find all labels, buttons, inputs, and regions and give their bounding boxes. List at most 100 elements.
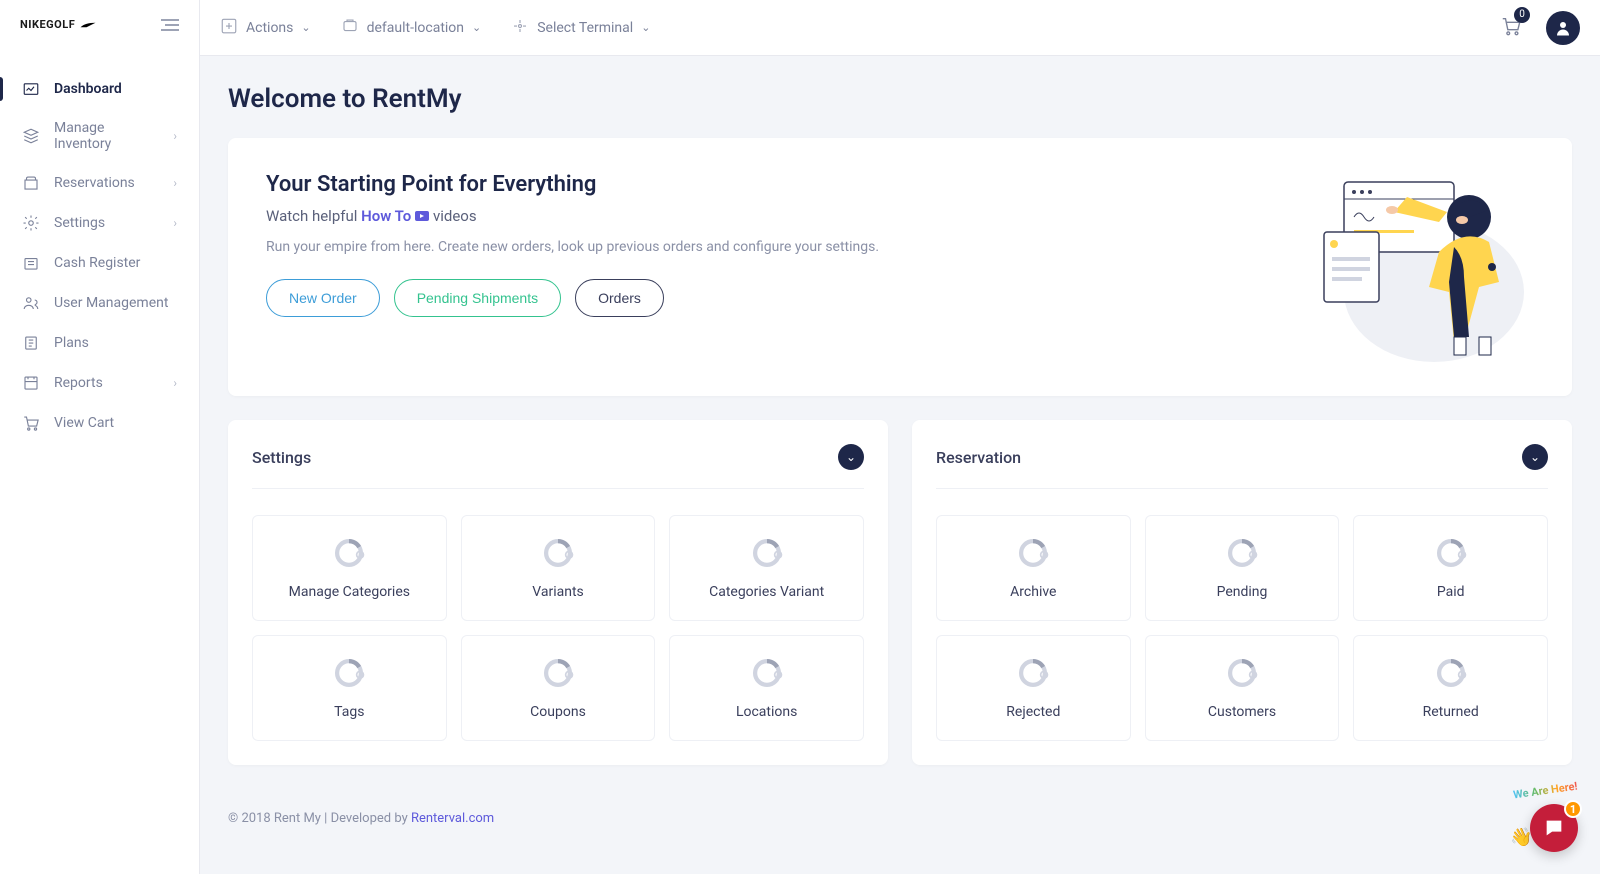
tile-returned[interactable]: Returned: [1353, 635, 1548, 741]
tile-archive[interactable]: Archive: [936, 515, 1131, 621]
pending-shipments-button[interactable]: Pending Shipments: [394, 279, 561, 317]
tile-variants[interactable]: Variants: [461, 515, 656, 621]
nav-label: Reservations: [54, 175, 135, 191]
donut-icon: [1225, 656, 1259, 690]
terminal-icon: [511, 17, 529, 39]
hero-subtitle: Watch helpful How To videos: [266, 207, 1214, 225]
donut-icon: [1434, 656, 1468, 690]
nav-label: Dashboard: [54, 81, 122, 97]
cart-button[interactable]: 0: [1500, 15, 1522, 41]
nav-label: Plans: [54, 335, 89, 351]
chevron-down-icon: ⌄: [301, 21, 310, 34]
tile-label: Paid: [1364, 584, 1537, 600]
nav-icon: [22, 414, 40, 432]
sidebar-toggle-icon[interactable]: [161, 19, 179, 31]
chat-button[interactable]: 1: [1530, 804, 1578, 852]
chevron-right-icon: ›: [173, 216, 177, 230]
hero-card: Your Starting Point for Everything Watch…: [228, 138, 1572, 396]
sidebar-item-dashboard[interactable]: Dashboard: [0, 69, 199, 109]
nav-label: Manage Inventory: [54, 120, 159, 152]
tile-customers[interactable]: Customers: [1145, 635, 1340, 741]
tile-label: Coupons: [472, 704, 645, 720]
donut-icon: [332, 536, 366, 570]
tile-tags[interactable]: Tags: [252, 635, 447, 741]
donut-icon: [541, 536, 575, 570]
donut-icon: [541, 656, 575, 690]
plus-box-icon: [220, 17, 238, 39]
howto-link[interactable]: How To: [361, 207, 429, 225]
sidebar-item-manage-inventory[interactable]: Manage Inventory ›: [0, 109, 199, 163]
donut-icon: [1016, 536, 1050, 570]
nav-label: User Management: [54, 295, 168, 311]
terminal-dropdown[interactable]: Select Terminal ⌄: [511, 17, 650, 39]
collapse-button[interactable]: ⌄: [838, 444, 864, 470]
sidebar-item-plans[interactable]: Plans: [0, 323, 199, 363]
tile-label: Tags: [263, 704, 436, 720]
tile-paid[interactable]: Paid: [1353, 515, 1548, 621]
tile-categories-variant[interactable]: Categories Variant: [669, 515, 864, 621]
sidebar-item-view-cart[interactable]: View Cart: [0, 403, 199, 443]
tile-label: Archive: [947, 584, 1120, 600]
user-icon: [1554, 19, 1572, 37]
hero-title: Your Starting Point for Everything: [266, 172, 1214, 197]
sidebar-item-settings[interactable]: Settings ›: [0, 203, 199, 243]
tile-locations[interactable]: Locations: [669, 635, 864, 741]
topbar: Actions ⌄ default-location ⌄ Select Term…: [200, 0, 1600, 56]
donut-icon: [332, 656, 366, 690]
sidebar-item-user-management[interactable]: User Management: [0, 283, 199, 323]
chevron-down-icon: ⌄: [846, 450, 856, 464]
chevron-right-icon: ›: [173, 176, 177, 190]
sidebar-item-cash-register[interactable]: Cash Register: [0, 243, 199, 283]
chevron-down-icon: ⌄: [472, 21, 481, 34]
tile-label: Categories Variant: [680, 584, 853, 600]
nav-icon: [22, 254, 40, 272]
nav-icon: [22, 334, 40, 352]
tile-label: Locations: [680, 704, 853, 720]
brand-logo[interactable]: NIKEGOLF: [20, 18, 97, 31]
tile-pending[interactable]: Pending: [1145, 515, 1340, 621]
tile-label: Manage Categories: [263, 584, 436, 600]
donut-icon: [1434, 536, 1468, 570]
tile-label: Customers: [1156, 704, 1329, 720]
donut-icon: [750, 656, 784, 690]
sidebar: NIKEGOLF DashboardManage Inventory›Reser…: [0, 0, 200, 874]
user-avatar[interactable]: [1546, 11, 1580, 45]
sidebar-item-reports[interactable]: Reports›: [0, 363, 199, 403]
cart-count-badge: 0: [1514, 7, 1530, 23]
orders-button[interactable]: Orders: [575, 279, 664, 317]
nav-icon: [22, 294, 40, 312]
chat-widget: We Are Here! 👋 1: [1530, 804, 1578, 852]
chevron-right-icon: ›: [173, 129, 177, 143]
collapse-button[interactable]: ⌄: [1522, 444, 1548, 470]
nav-label: Reports: [54, 375, 103, 391]
nav-label: Cash Register: [54, 255, 140, 271]
video-icon: [415, 211, 429, 221]
new-order-button[interactable]: New Order: [266, 279, 380, 317]
hero-description: Run your empire from here. Create new or…: [266, 239, 1214, 255]
nav-icon: [22, 80, 40, 98]
wave-icon: 👋: [1510, 827, 1532, 848]
location-dropdown[interactable]: default-location ⌄: [341, 17, 482, 39]
panel-title: Reservation: [936, 448, 1021, 467]
donut-icon: [1016, 656, 1050, 690]
location-icon: [341, 17, 359, 39]
reservation-panel: Reservation ⌄ Archive Pending Paid Rejected…: [912, 420, 1572, 765]
nav-icon: [22, 374, 40, 392]
chevron-down-icon: ⌄: [641, 21, 650, 34]
actions-dropdown[interactable]: Actions ⌄: [220, 17, 311, 39]
tile-manage-categories[interactable]: Manage Categories: [252, 515, 447, 621]
chat-icon: [1543, 817, 1565, 839]
tile-label: Variants: [472, 584, 645, 600]
settings-panel: Settings ⌄ Manage Categories Variants Cate…: [228, 420, 888, 765]
footer: © 2018 Rent My | Developed by Renterval.…: [200, 793, 1600, 844]
sidebar-item-reservations[interactable]: Reservations ›: [0, 163, 199, 203]
tile-coupons[interactable]: Coupons: [461, 635, 656, 741]
footer-link[interactable]: Renterval.com: [411, 811, 494, 826]
chevron-down-icon: ⌄: [1530, 450, 1540, 464]
panel-title: Settings: [252, 448, 311, 467]
page-title: Welcome to RentMy: [228, 84, 1572, 114]
nav-label: Settings: [54, 215, 105, 231]
nav-icon: [22, 214, 40, 232]
donut-icon: [750, 536, 784, 570]
tile-rejected[interactable]: Rejected: [936, 635, 1131, 741]
